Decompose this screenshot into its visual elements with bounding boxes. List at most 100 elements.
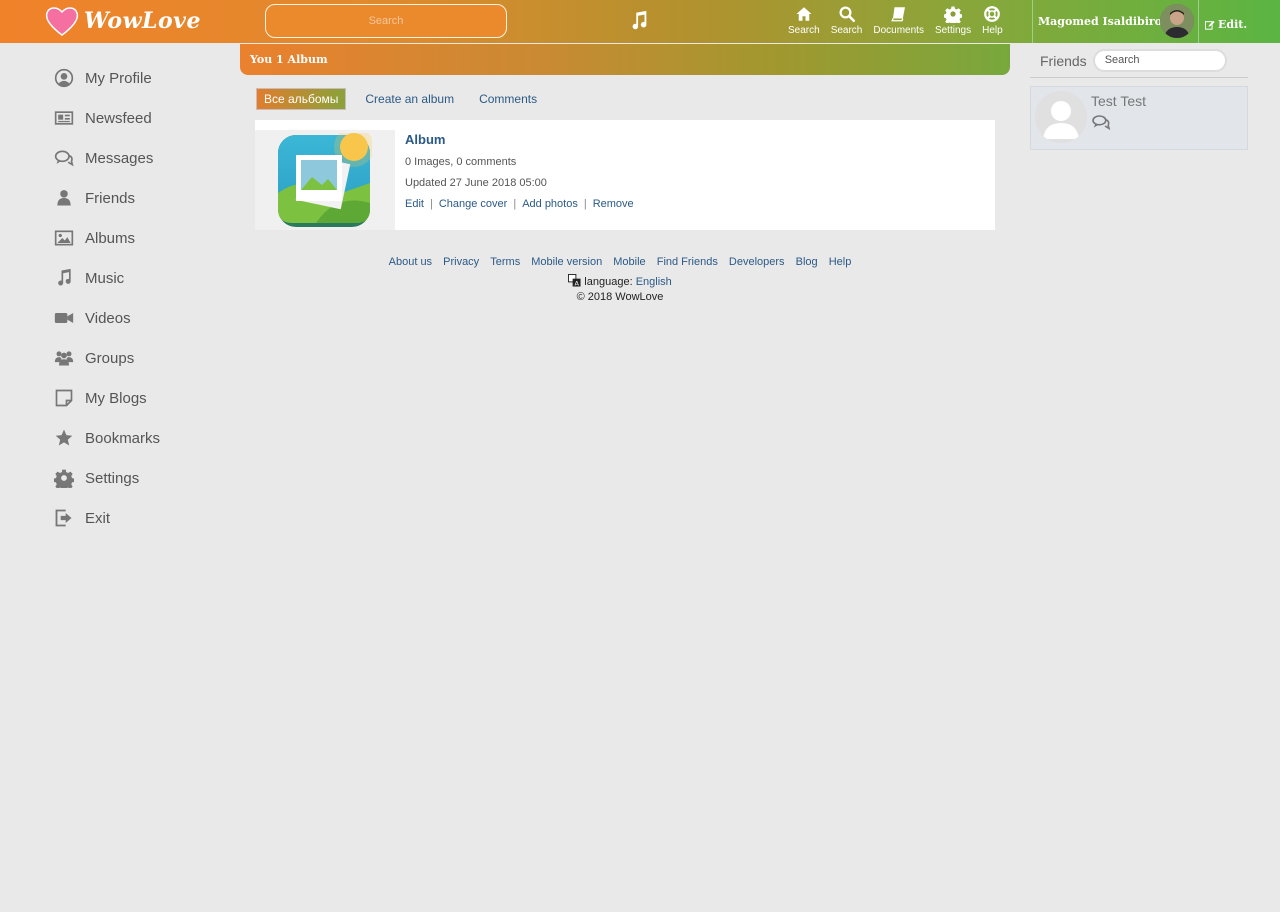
- sidebar-item-groups[interactable]: Groups: [54, 338, 160, 378]
- sidebar-item-label: Exit: [85, 509, 111, 527]
- remove-album-link[interactable]: Remove: [593, 198, 634, 210]
- user-icon: [57, 190, 71, 206]
- brand-name: WowLove: [84, 8, 201, 34]
- sidebar-item-videos[interactable]: Videos: [54, 298, 160, 338]
- group-icon: [54, 351, 74, 366]
- nav-label: Search: [830, 25, 863, 36]
- top-nav: Search Search Documents Settings Help: [788, 5, 1014, 36]
- sidebar-item-label: Settings: [85, 469, 140, 487]
- album-stats: 0 Images, 0 comments: [405, 156, 517, 168]
- heart-logo-icon: [45, 7, 79, 36]
- user-photo: [1160, 4, 1194, 38]
- nav-label: Documents: [873, 25, 924, 36]
- footer-link-terms[interactable]: Terms: [490, 256, 520, 268]
- nav-search[interactable]: Search: [830, 5, 863, 36]
- footer-link-about[interactable]: About us: [389, 256, 432, 268]
- album-tabs: Все альбомы Create an album Comments: [256, 88, 537, 110]
- svg-text:A: A: [575, 280, 580, 287]
- nav-home[interactable]: Search: [788, 5, 820, 36]
- friends-search-input[interactable]: Search: [1092, 49, 1227, 72]
- star-icon: [55, 429, 73, 446]
- footer-links: About us Privacy Terms Mobile version Mo…: [0, 256, 1240, 268]
- album-card: Album 0 Images, 0 comments Updated 27 Ju…: [255, 120, 995, 230]
- friends-header: Friends Search: [1030, 44, 1248, 78]
- add-photos-link[interactable]: Add photos: [522, 198, 578, 210]
- image-icon: [54, 230, 74, 246]
- language-value-link[interactable]: English: [636, 276, 672, 288]
- sidebar-item-my-blogs[interactable]: My Blogs: [54, 378, 160, 418]
- exit-icon: [55, 509, 72, 527]
- sidebar-item-label: Friends: [85, 189, 136, 207]
- footer: About us Privacy Terms Mobile version Mo…: [0, 256, 1240, 303]
- sidebar-item-albums[interactable]: Albums: [54, 218, 160, 258]
- note-icon: [55, 389, 73, 407]
- gear-icon: [54, 469, 74, 488]
- nav-label: Search: [788, 25, 820, 36]
- footer-link-help[interactable]: Help: [829, 256, 852, 268]
- nav-help[interactable]: Help: [982, 5, 1003, 36]
- friend-item[interactable]: Test Test: [1030, 86, 1248, 150]
- tab-comments[interactable]: Comments: [479, 92, 537, 106]
- chat-icon: [54, 150, 74, 167]
- friend-name[interactable]: Test Test: [1091, 93, 1146, 109]
- copyright: © 2018 WowLove: [576, 291, 664, 303]
- avatar[interactable]: [1035, 91, 1087, 143]
- home-icon: [796, 7, 812, 21]
- sidebar-item-messages[interactable]: Messages: [54, 138, 160, 178]
- change-cover-link[interactable]: Change cover: [439, 198, 508, 210]
- edit-button[interactable]: Edit.: [1198, 0, 1280, 43]
- user-menu[interactable]: Magomed Isaldibirov: [1032, 0, 1198, 43]
- album-actions: Edit | Change cover | Add photos | Remove: [405, 198, 634, 210]
- album-title-link[interactable]: Album: [405, 132, 634, 147]
- tab-all-albums[interactable]: Все альбомы: [256, 88, 347, 110]
- default-user-icon: [1035, 91, 1087, 143]
- user-name: Magomed Isaldibirov: [1038, 15, 1169, 28]
- footer-link-privacy[interactable]: Privacy: [443, 256, 479, 268]
- avatar[interactable]: [1160, 4, 1194, 38]
- sidebar-item-settings[interactable]: Settings: [54, 458, 160, 498]
- footer-link-blog[interactable]: Blog: [796, 256, 818, 268]
- album-cover[interactable]: [255, 130, 395, 230]
- album-updated: Updated 27 June 2018 05:00: [405, 177, 547, 189]
- separator: |: [583, 198, 587, 210]
- edit-album-link[interactable]: Edit: [405, 198, 424, 210]
- chat-icon[interactable]: [1091, 114, 1111, 130]
- sidebar-item-label: Groups: [85, 349, 135, 367]
- sidebar-item-label: Messages: [85, 149, 154, 167]
- search-input[interactable]: Search: [265, 4, 507, 38]
- nav-documents[interactable]: Documents: [873, 5, 924, 36]
- music-icon[interactable]: [628, 10, 650, 32]
- gear-icon: [944, 6, 963, 23]
- logo[interactable]: WowLove: [44, 5, 201, 37]
- album-info: Album 0 Images, 0 comments Updated 27 Ju…: [405, 132, 634, 210]
- sidebar-item-exit[interactable]: Exit: [54, 498, 160, 538]
- translate-icon: A: [568, 274, 581, 288]
- footer-link-mobile[interactable]: Mobile: [613, 256, 645, 268]
- nav-settings[interactable]: Settings: [935, 5, 971, 36]
- sidebar-item-label: Albums: [85, 229, 136, 247]
- footer-link-mobile-version[interactable]: Mobile version: [531, 256, 602, 268]
- sidebar-item-bookmarks[interactable]: Bookmarks: [54, 418, 160, 458]
- language-selector: A language: English: [0, 274, 1240, 288]
- tab-create-album[interactable]: Create an album: [365, 92, 454, 106]
- lifebuoy-icon: [984, 6, 1001, 22]
- newspaper-icon: [54, 111, 74, 125]
- sidebar-item-my-profile[interactable]: My Profile: [54, 58, 160, 98]
- top-bar: WowLove Search Search Search Documents S…: [0, 0, 1280, 43]
- footer-link-developers[interactable]: Developers: [729, 256, 785, 268]
- language-label: language:: [584, 276, 633, 288]
- nav-label: Settings: [934, 25, 972, 36]
- page-title: You 1 Album: [240, 44, 1010, 75]
- edit-label: Edit.: [1218, 18, 1248, 31]
- sidebar-item-friends[interactable]: Friends: [54, 178, 160, 218]
- user-circle-icon: [54, 68, 74, 88]
- friends-panel: Friends Search Test Test: [1030, 44, 1248, 150]
- sidebar-item-label: My Profile: [85, 69, 152, 87]
- footer-link-find-friends[interactable]: Find Friends: [657, 256, 718, 268]
- album-cover-icon: [278, 133, 372, 227]
- sidebar-item-newsfeed[interactable]: Newsfeed: [54, 98, 160, 138]
- separator: |: [429, 198, 433, 210]
- book-icon: [890, 7, 905, 22]
- sidebar-item-label: Videos: [85, 309, 131, 327]
- sidebar-item-label: Bookmarks: [85, 429, 161, 447]
